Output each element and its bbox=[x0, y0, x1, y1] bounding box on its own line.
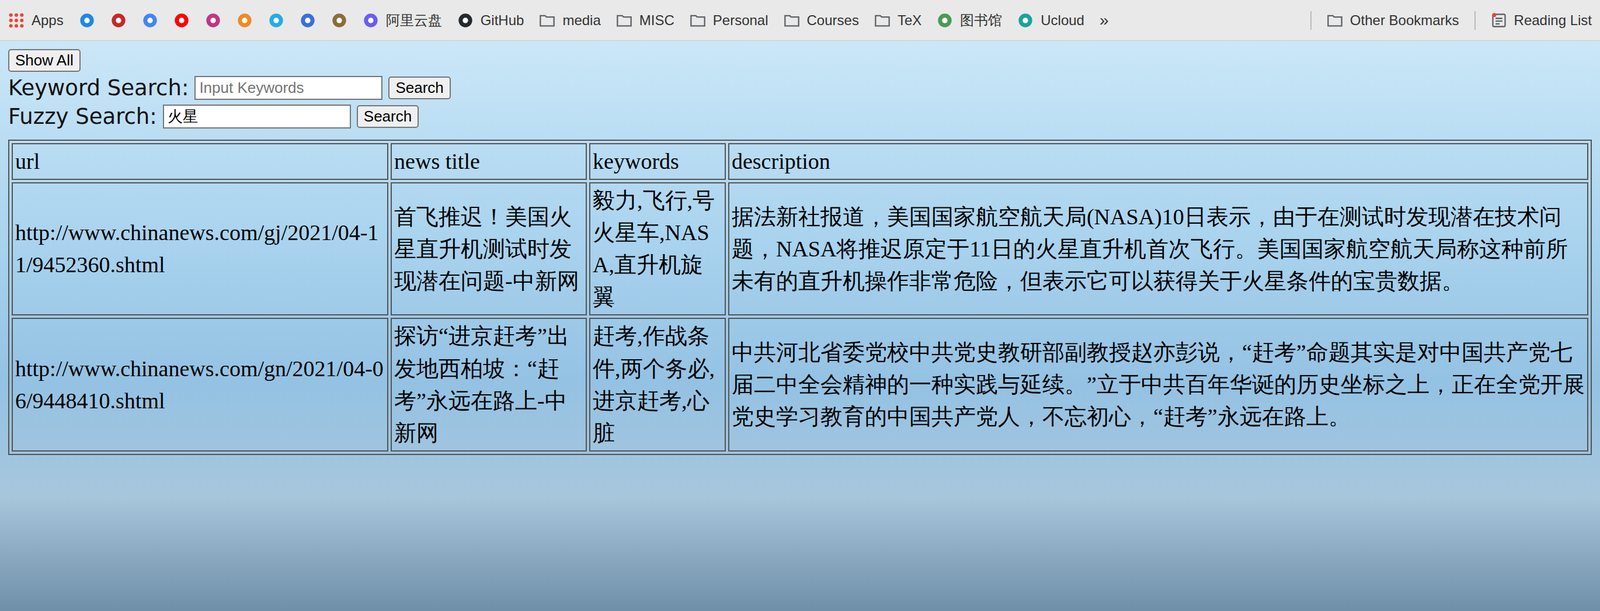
site-icon bbox=[236, 12, 253, 29]
bookmark-item[interactable]: Apps bbox=[8, 12, 64, 29]
bookmark-item[interactable] bbox=[78, 12, 96, 29]
table-row: http://www.chinanews.com/gj/2021/04-11/9… bbox=[11, 182, 1589, 316]
site-icon bbox=[331, 12, 348, 29]
site-icon bbox=[457, 12, 474, 29]
bookmark-item[interactable] bbox=[204, 12, 222, 29]
search-input[interactable] bbox=[162, 104, 351, 129]
site-icon bbox=[141, 12, 159, 29]
search-row: Keyword Search: Search bbox=[8, 75, 451, 101]
search-input[interactable] bbox=[194, 75, 383, 100]
bookmark-item[interactable] bbox=[141, 12, 159, 29]
site-icon bbox=[173, 12, 190, 29]
bookmark-item[interactable]: Personal bbox=[689, 12, 769, 29]
column-header: description bbox=[728, 143, 1589, 180]
bookmarks-bar: Apps 阿里云盘 GitHub media MISC Personal Cou… bbox=[0, 0, 1600, 41]
bookmark-item[interactable] bbox=[331, 12, 348, 29]
reading-list-icon bbox=[1490, 12, 1508, 29]
table-cell: 中共河北省委党校中共党史教研部副教授赵亦彭说，“赶考”命题其实是对中国共产党七届… bbox=[728, 317, 1589, 451]
search-button[interactable]: Search bbox=[388, 76, 451, 100]
site-icon bbox=[936, 12, 953, 29]
search-row: Fuzzy Search: Search bbox=[8, 103, 419, 130]
column-header: url bbox=[11, 143, 389, 180]
separator bbox=[1474, 11, 1476, 30]
column-header: keywords bbox=[589, 143, 726, 180]
site-icon bbox=[110, 12, 127, 29]
table-cell: http://www.chinanews.com/gj/2021/04-11/9… bbox=[11, 182, 389, 316]
show-all-button[interactable]: Show All bbox=[8, 49, 81, 72]
site-icon bbox=[1017, 12, 1034, 29]
page: Show All Keyword Search: SearchFuzzy Sea… bbox=[0, 40, 1600, 611]
browser-window: Apps 阿里云盘 GitHub media MISC Personal Cou… bbox=[0, 0, 1600, 611]
search-label: Fuzzy Search: bbox=[8, 103, 158, 130]
bookmark-item[interactable] bbox=[173, 12, 190, 29]
table-cell: 首飞推迟！美国火星直升机测试时发现潜在问题-中新网 bbox=[390, 182, 587, 316]
bookmark-item[interactable]: 图书馆 bbox=[936, 11, 1003, 30]
table-cell: http://www.chinanews.com/gn/2021/04-06/9… bbox=[11, 317, 389, 451]
overflow-button[interactable]: » bbox=[1099, 11, 1109, 30]
separator bbox=[1310, 11, 1312, 30]
folder-icon bbox=[616, 12, 633, 29]
apps-icon bbox=[8, 12, 25, 29]
bookmark-item[interactable]: TeX bbox=[874, 12, 922, 29]
news-table: urlnews titlekeywordsdescriptionhttp://w… bbox=[8, 139, 1592, 455]
bookmark-item[interactable] bbox=[110, 12, 127, 29]
bookmark-item[interactable]: GitHub bbox=[457, 12, 525, 29]
folder-icon bbox=[689, 12, 706, 29]
site-icon bbox=[299, 12, 316, 29]
bookmark-item[interactable]: Ucloud bbox=[1017, 12, 1085, 29]
site-icon bbox=[362, 12, 379, 29]
site-icon bbox=[78, 12, 96, 29]
header-row: urlnews titlekeywordsdescription bbox=[11, 143, 1589, 180]
bookmark-item[interactable]: media bbox=[538, 12, 601, 29]
bookmark-item[interactable] bbox=[268, 12, 285, 29]
bookmark-item[interactable]: Courses bbox=[783, 12, 859, 29]
table-row: http://www.chinanews.com/gn/2021/04-06/9… bbox=[11, 317, 1589, 451]
site-icon bbox=[204, 12, 222, 29]
search-button[interactable]: Search bbox=[356, 105, 419, 128]
bookmark-item[interactable] bbox=[236, 12, 253, 29]
bookmark-item[interactable] bbox=[299, 12, 316, 29]
bookmark-item[interactable]: Reading List bbox=[1490, 12, 1592, 29]
bookmark-item[interactable]: 阿里云盘 bbox=[362, 11, 443, 30]
column-header: news title bbox=[390, 143, 587, 180]
bookmark-item[interactable]: Other Bookmarks bbox=[1326, 12, 1460, 29]
table-cell: 毅力,飞行,号火星车,NASA,直升机旋翼 bbox=[589, 182, 726, 316]
folder-icon bbox=[538, 12, 556, 29]
table-cell: 据法新社报道，美国国家航空航天局(NASA)10日表示，由于在测试时发现潜在技术… bbox=[728, 182, 1589, 316]
search-label: Keyword Search: bbox=[8, 75, 189, 101]
folder-icon bbox=[874, 12, 891, 29]
table-cell: 赶考,作战条件,两个务必,进京赶考,心脏 bbox=[589, 317, 726, 451]
table-cell: 探访“进京赶考”出发地西柏坡：“赶考”永远在路上-中新网 bbox=[390, 317, 587, 451]
site-icon bbox=[268, 12, 285, 29]
folder-icon bbox=[1326, 12, 1344, 29]
folder-icon bbox=[783, 12, 800, 29]
bookmark-item[interactable]: MISC bbox=[616, 12, 675, 29]
